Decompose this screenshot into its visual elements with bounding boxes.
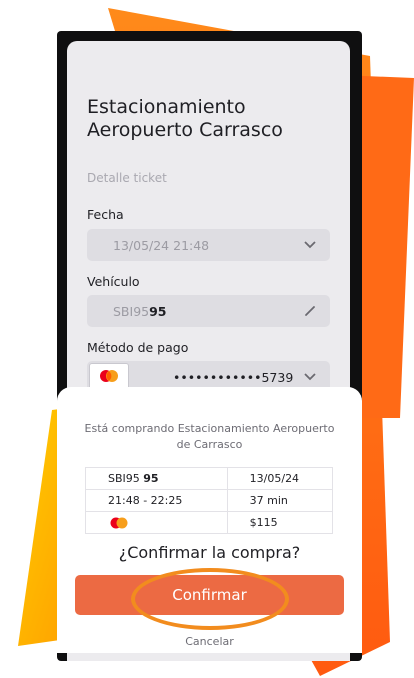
summary-amount: $115: [226, 511, 334, 534]
chevron-down-icon: [300, 235, 320, 255]
highlight-circle: [131, 568, 289, 630]
vehiculo-field[interactable]: SBI9595: [87, 295, 330, 327]
vehiculo-plate-suffix: 95: [149, 303, 167, 319]
mastercard-icon: [108, 516, 130, 529]
confirm-question: ¿Confirmar la compra?: [118, 543, 301, 562]
vehiculo-label: Vehículo: [87, 274, 140, 289]
table-row: SBI95 95 13/05/24: [85, 467, 334, 490]
fecha-value: 13/05/24 21:48: [113, 237, 210, 253]
summary-plate: SBI95 95: [85, 467, 228, 490]
summary-duration: 37 min: [226, 489, 334, 512]
table-row: 21:48 - 22:25 37 min: [85, 489, 334, 512]
summary-time-range: 21:48 - 22:25: [85, 489, 228, 512]
vehiculo-plate-prefix: SBI95: [113, 303, 150, 319]
summary-table: SBI95 95 13/05/24 21:48 - 22:25 37 min $…: [85, 467, 334, 534]
title-line-2: Aeropuerto Carrasco: [87, 119, 283, 141]
chevron-down-icon: [300, 367, 320, 387]
fecha-label: Fecha: [87, 207, 124, 222]
vehiculo-value: SBI9595: [113, 304, 300, 319]
title-line-1: Estacionamiento: [87, 96, 246, 118]
summary-plate-prefix: SBI95: [108, 472, 140, 485]
pencil-icon[interactable]: [300, 301, 320, 321]
fecha-select[interactable]: 13/05/24 21:48: [87, 229, 330, 261]
cancel-link[interactable]: Cancelar: [57, 635, 362, 648]
summary-date: 13/05/24: [226, 467, 334, 490]
page-title: Estacionamiento Aeropuerto Carrasco: [87, 96, 337, 142]
summary-plate-suffix: 95: [143, 472, 159, 485]
metodo-label: Método de pago: [87, 340, 189, 355]
summary-card: [85, 511, 228, 534]
section-label: Detalle ticket: [87, 171, 167, 185]
purchase-message: Está comprando Estacionamiento Aeropuert…: [84, 422, 335, 451]
metodo-value: ••••••••••••5739: [173, 369, 294, 385]
table-row: $115: [85, 511, 334, 534]
